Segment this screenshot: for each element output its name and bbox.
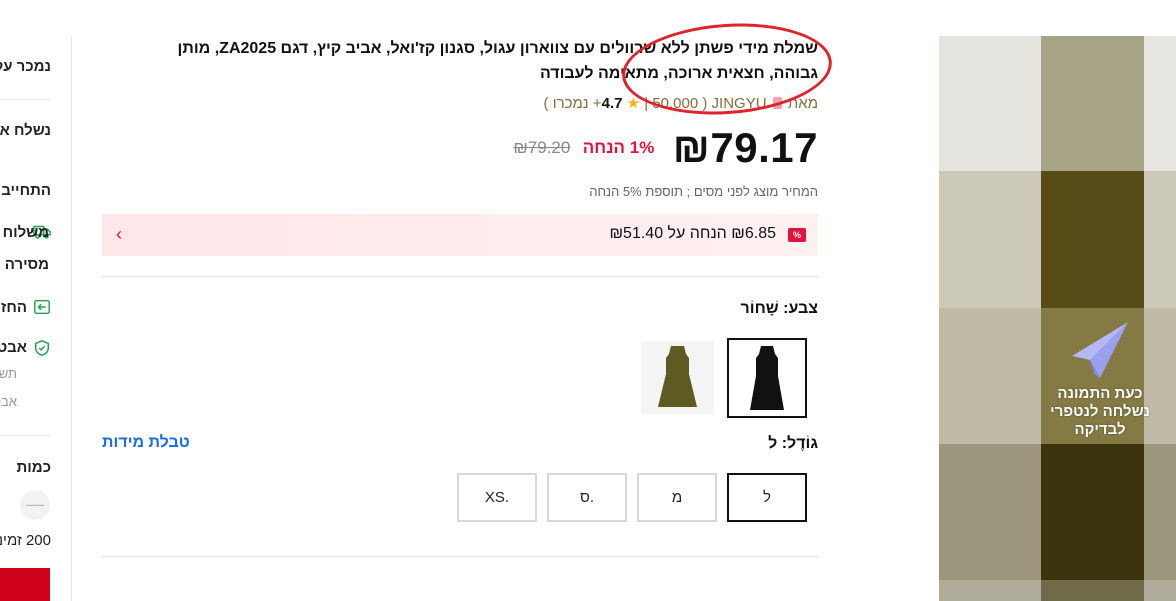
divider [0, 99, 50, 100]
divider [0, 435, 50, 436]
commitment-label: התחייבות [0, 182, 51, 199]
security-label: אבטחה [0, 339, 27, 356]
divider [102, 276, 818, 277]
size-chart-link[interactable]: טבלת מידות [102, 434, 190, 452]
security-sub-1: תשלומים [0, 366, 17, 381]
divider [102, 556, 818, 557]
black-dress-image [750, 346, 784, 410]
paper-plane-icon [1072, 322, 1128, 378]
product-image-placeholder[interactable] [939, 36, 1176, 601]
star-icon: ★ [626, 95, 641, 112]
seller-rating: 4.7 [601, 95, 623, 112]
add-to-cart-button[interactable] [0, 568, 50, 601]
size-option-l[interactable]: ל [727, 473, 807, 522]
discount-percent: 1% הנחה [582, 138, 655, 157]
current-price: ₪79.17 [672, 124, 818, 171]
seller-prefix: מאת [787, 95, 818, 112]
returns-label: החזרות [0, 299, 27, 316]
coupon-text: ₪6.85 הנחה על ₪51.40 [609, 225, 776, 242]
purchase-sidebar: נמכר על ידי נשלח אליך התחייבות משלוח מסי… [0, 36, 72, 601]
sold-count: 50,000+ נמכרו [552, 95, 699, 112]
security-sub-2: אבטחה [0, 394, 17, 409]
price-row: ₪79.17 1% הנחה ₪79.20 [513, 124, 818, 172]
selected-color: שָׁחוֹר [740, 300, 779, 317]
product-title: שמלת מידי פשתן ללא שרוולים עם צווארון עג… [177, 40, 818, 82]
stock-count: 200 זמינים [0, 532, 51, 549]
original-price: ₪79.20 [513, 138, 571, 157]
quantity-label: כמות [16, 459, 51, 476]
seller-logo-icon [772, 97, 782, 109]
size-label: גוֹדֶל: ל [768, 435, 818, 452]
size-option-s[interactable]: ס. [547, 473, 627, 522]
image-blocked-overlay: כעת התמונה נשלחה לנטפרי לבדיקה [1040, 320, 1160, 439]
color-swatch-black[interactable] [727, 338, 807, 418]
coupon-banner[interactable]: % ₪6.85 הנחה על ₪51.40 ‹ [102, 214, 818, 256]
chevron-left-icon[interactable]: ‹ [116, 224, 122, 245]
delivery-label: משלוח [2, 224, 49, 241]
size-option-m[interactable]: מ [637, 473, 717, 522]
seller-info[interactable]: מאת JINGYU ( 4.7 ★ | 50,000+ נמכרו ) [544, 94, 818, 112]
delivery-sub-label: מסירה [4, 256, 49, 273]
color-label: צבע: שָׁחוֹר [740, 300, 818, 317]
size-option-xs[interactable]: XS. [457, 473, 537, 522]
quantity-decrease-button[interactable]: — [20, 490, 50, 520]
olive-dress-image [658, 346, 697, 407]
return-icon [34, 299, 50, 315]
coupon-icon: % [788, 228, 806, 242]
shield-icon [34, 340, 50, 356]
tax-note: המחיר מוצג לפני מסים ; תוספת 5% הנחה [589, 184, 818, 199]
sold-by-label: נמכר על ידי [0, 58, 51, 75]
image-blocked-text: כעת התמונה נשלחה לנטפרי לבדיקה [1050, 385, 1150, 438]
shipping-label: נשלח אליך [0, 122, 51, 139]
selected-size: ל [768, 435, 778, 452]
color-swatch-olive[interactable] [641, 341, 714, 414]
seller-name[interactable]: JINGYU [712, 95, 767, 112]
